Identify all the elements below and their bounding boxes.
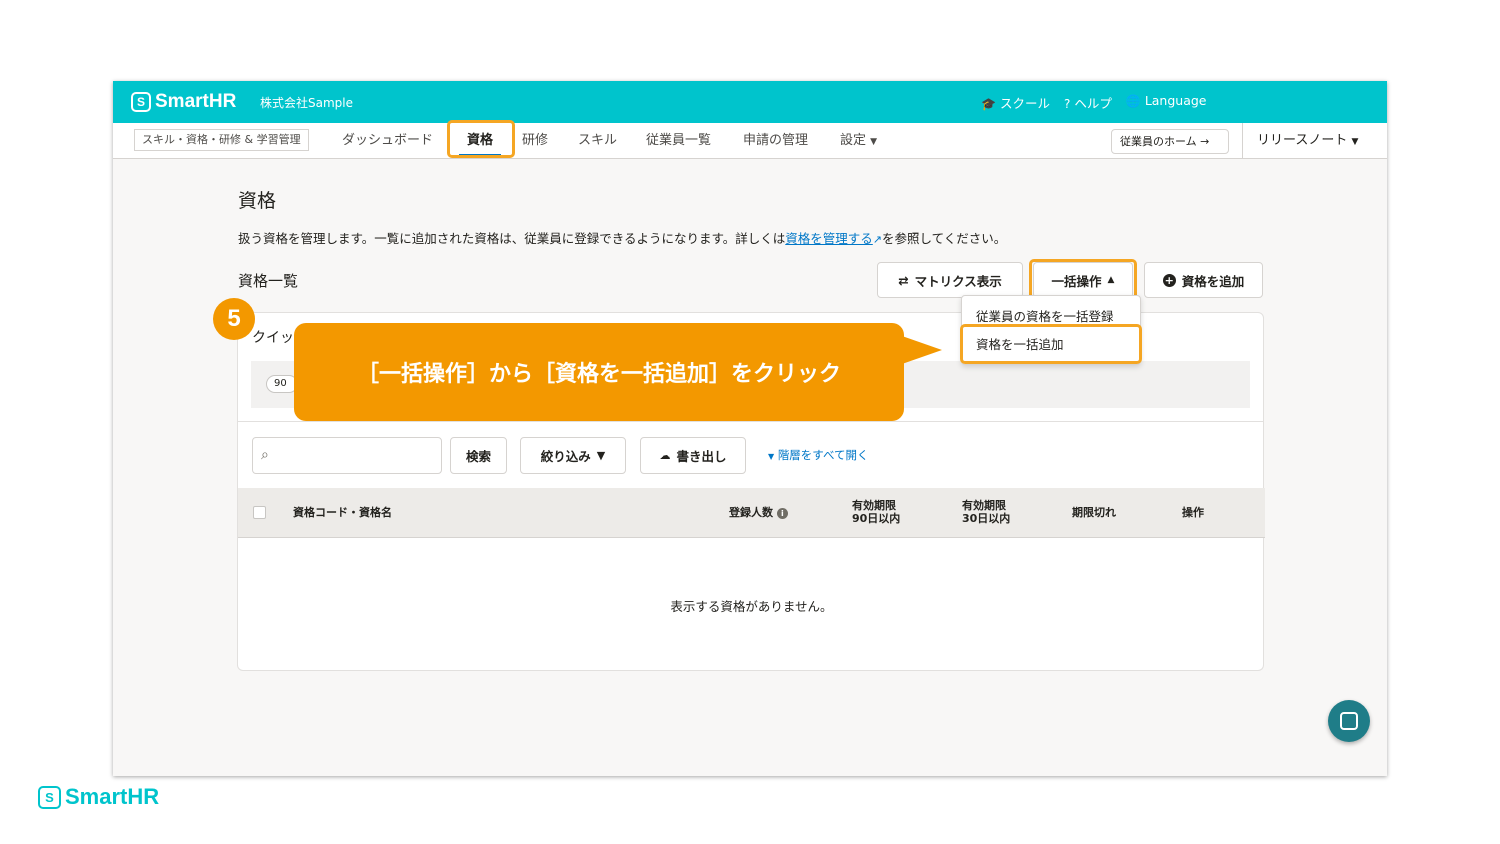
empty-state-message: 表示する資格がありません。 <box>670 599 833 614</box>
app-window: S SmartHR 株式会社Sample 🎓 スクール ? ヘルプ 🌐 Languag… <box>113 81 1387 776</box>
table-header: 資格コード・資格名 登録人数 i 有効期限 90日以内 有効期限 30日以内 期… <box>238 488 1265 538</box>
search-input[interactable]: ⌕ <box>252 437 442 474</box>
caret-down-icon: ▼ <box>768 452 775 461</box>
footer-smarthr-logo: S SmartHR <box>38 784 159 810</box>
select-all-checkbox[interactable] <box>253 506 266 519</box>
tab-settings[interactable]: 設定 ▼ <box>840 123 877 159</box>
header-links: 🎓 スクール ? ヘルプ 🌐 Language <box>981 93 1207 112</box>
page-title: 資格 <box>238 190 277 212</box>
app-nav: スキル・資格・研修 & 学習管理 ダッシュボード 資格 研修 スキル 従業員一覧… <box>113 120 1387 159</box>
app-name-label: スキル・資格・研修 & 学習管理 <box>134 129 309 151</box>
column-expired[interactable]: 期限切れ <box>1072 506 1116 519</box>
external-link-icon[interactable]: ↗ <box>873 233 882 246</box>
page-description: 扱う資格を管理します。一覧に追加された資格は、従業員に登録できるようになります。… <box>238 231 1007 246</box>
filter-icon: ▼ <box>596 449 606 462</box>
chat-icon <box>1340 712 1358 730</box>
info-icon[interactable]: i <box>776 508 788 519</box>
tenant-name: 株式会社Sample <box>260 96 353 110</box>
column-registered-count[interactable]: 登録人数 i <box>729 506 788 519</box>
callout-pointer <box>902 336 942 364</box>
manage-qualifications-link[interactable]: 資格を管理する <box>785 231 873 246</box>
search-button[interactable]: 検索 <box>450 437 507 474</box>
tab-dashboard[interactable]: ダッシュボード <box>342 123 433 159</box>
swap-icon: ⇄ <box>898 272 909 288</box>
smarthr-mark-icon: S <box>131 92 151 112</box>
column-name[interactable]: 資格コード・資格名 <box>293 506 392 519</box>
filter-button[interactable]: 絞り込み ▼ <box>520 437 626 474</box>
language-link[interactable]: 🌐 Language <box>1126 93 1207 112</box>
help-icon: ? <box>1063 97 1071 111</box>
top-header: S SmartHR 株式会社Sample 🎓 スクール ? ヘルプ 🌐 Languag… <box>113 81 1387 123</box>
tab-skills[interactable]: スキル <box>578 123 617 159</box>
section-title: 資格一覧 <box>238 272 299 290</box>
employee-home-button[interactable]: 従業員のホーム → <box>1111 129 1229 154</box>
expand-all-link[interactable]: ▼ 階層をすべて開く <box>768 447 869 463</box>
matrix-view-button[interactable]: ⇄ マトリクス表示 <box>877 262 1023 298</box>
nav-divider <box>1242 123 1243 159</box>
quick-filter-label: クイッ <box>252 330 294 346</box>
menu-item-highlight-frame <box>960 324 1142 364</box>
instruction-callout: ［一括操作］から［資格を一括追加］をクリック <box>294 323 904 421</box>
cloud-download-icon: ☁ <box>659 449 671 462</box>
tab-employees[interactable]: 従業員一覧 <box>646 123 711 159</box>
graduation-cap-icon: 🎓 <box>981 97 996 111</box>
globe-icon: 🌐 <box>1125 94 1141 108</box>
column-expiry-90[interactable]: 有効期限 90日以内 <box>852 499 900 525</box>
school-link[interactable]: 🎓 スクール <box>981 93 1050 112</box>
plus-circle-icon: + <box>1162 273 1176 287</box>
help-link[interactable]: ? ヘルプ <box>1064 93 1112 112</box>
chevron-down-icon: ▼ <box>1351 137 1359 147</box>
release-notes-menu[interactable]: リリースノート ▼ <box>1257 123 1358 159</box>
menu-item-bulk-register-employee-qualifications[interactable]: 従業員の資格を一括登録 <box>976 306 1114 325</box>
smarthr-mark-icon: S <box>38 785 61 809</box>
logo-text: SmartHR <box>155 91 237 112</box>
search-icon: ⌕ <box>261 447 269 463</box>
step-number-badge: 5 <box>213 298 255 340</box>
tab-highlight-frame <box>447 120 515 158</box>
tab-requests[interactable]: 申請の管理 <box>743 123 808 159</box>
column-actions: 操作 <box>1182 506 1204 519</box>
qualification-list-card: ⌕ 検索 絞り込み ▼ ☁ 書き出し ▼ 階層をすべて開く 資格コード・資格名 登録… <box>237 422 1265 671</box>
add-qualification-button[interactable]: + 資格を追加 <box>1144 262 1263 298</box>
column-expiry-30[interactable]: 有効期限 30日以内 <box>962 499 1010 525</box>
tab-training[interactable]: 研修 <box>522 123 548 159</box>
export-button[interactable]: ☁ 書き出し <box>640 437 746 474</box>
chat-support-button[interactable] <box>1328 700 1370 742</box>
smarthr-logo[interactable]: S SmartHR <box>131 91 236 113</box>
chevron-down-icon: ▼ <box>870 137 878 147</box>
